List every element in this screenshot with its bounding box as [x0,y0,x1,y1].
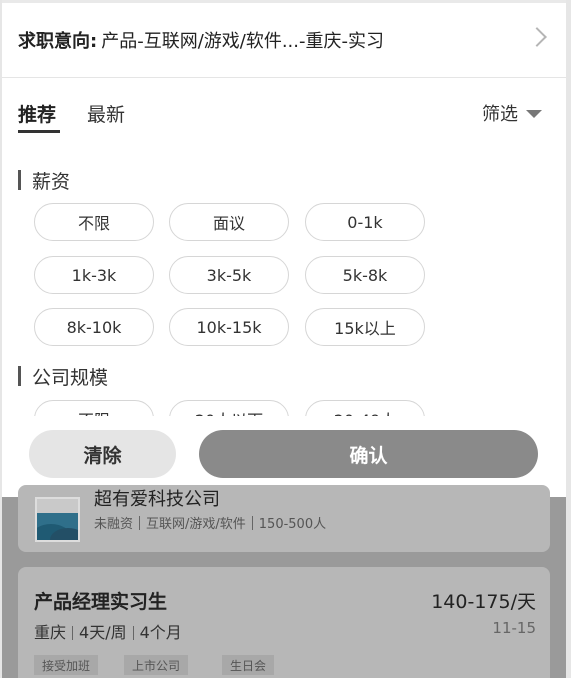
size-chip[interactable]: 20-49人 [305,400,425,416]
salary-chip[interactable]: 0-1k [305,203,425,241]
tab-latest[interactable]: 最新 [87,100,125,127]
company-meta: 未融资 互联网/游戏/软件 150-500人 [94,513,326,532]
job-date: 11-15 [492,619,536,637]
company-size-section-title: 公司规模 [18,363,108,390]
size-chip[interactable]: 不限 [34,400,154,416]
job-tag: 上市公司 [124,655,189,675]
job-meta: 重庆 4天/周 4个月 [34,619,182,643]
filter-panel: 薪资 不限 面议 0-1k 1k-3k 3k-5k 5k-8k 8k-10k 1… [2,140,566,416]
app-frame: 求职意向: 产品-互联网/游戏/软件...-重庆-实习 推荐 最新 筛选 薪资 … [2,0,566,678]
salary-chip[interactable]: 10k-15k [169,308,289,346]
job-title: 产品经理实习生 [34,591,168,613]
job-salary: 140-175/天 [431,591,536,613]
job-days: 4天/周 [79,623,127,642]
tab-recommend[interactable]: 推荐 [18,100,61,133]
chevron-right-icon[interactable] [527,27,547,47]
clear-button[interactable]: 清除 [29,430,176,478]
job-tag: 生日会 [222,655,275,675]
company-industry: 互联网/游戏/软件 [146,517,246,532]
company-card[interactable]: 超有爱科技公司 未融资 互联网/游戏/软件 150-500人 [18,485,550,552]
caret-down-icon [526,110,542,118]
tab-bar: 推荐 最新 筛选 [2,78,566,138]
company-size: 150-500人 [258,517,327,532]
job-duration: 4个月 [139,623,182,642]
salary-chip[interactable]: 15k以上 [305,308,425,346]
job-intention-bar[interactable]: 求职意向: 产品-互联网/游戏/软件...-重庆-实习 [2,3,566,78]
job-card[interactable]: 产品经理实习生 140-175/天 重庆 4天/周 4个月 11-15 接受加班 上… [18,567,550,678]
company-name: 超有爱科技公司 [94,489,220,510]
confirm-button[interactable]: 确认 [199,430,538,478]
filter-button[interactable]: 筛选 [482,100,542,126]
job-city: 重庆 [34,623,67,642]
salary-chip[interactable]: 5k-8k [305,256,425,294]
intention-label: 求职意向: [18,31,98,52]
dimmed-job-list[interactable]: 超有爱科技公司 未融资 互联网/游戏/软件 150-500人 产品经理实习生 140… [2,485,566,678]
company-funding: 未融资 [94,517,134,532]
salary-chip[interactable]: 1k-3k [34,256,154,294]
job-tag: 接受加班 [34,655,99,675]
salary-section-title: 薪资 [18,167,70,194]
salary-chip[interactable]: 不限 [34,203,154,241]
intention-value: 产品-互联网/游戏/软件...-重庆-实习 [101,31,384,52]
salary-chip[interactable]: 3k-5k [169,256,289,294]
size-chip[interactable]: 20人以下 [169,400,289,416]
salary-chip[interactable]: 8k-10k [34,308,154,346]
filter-label: 筛选 [482,104,518,125]
company-logo-image [35,497,80,542]
salary-chip[interactable]: 面议 [169,203,289,241]
